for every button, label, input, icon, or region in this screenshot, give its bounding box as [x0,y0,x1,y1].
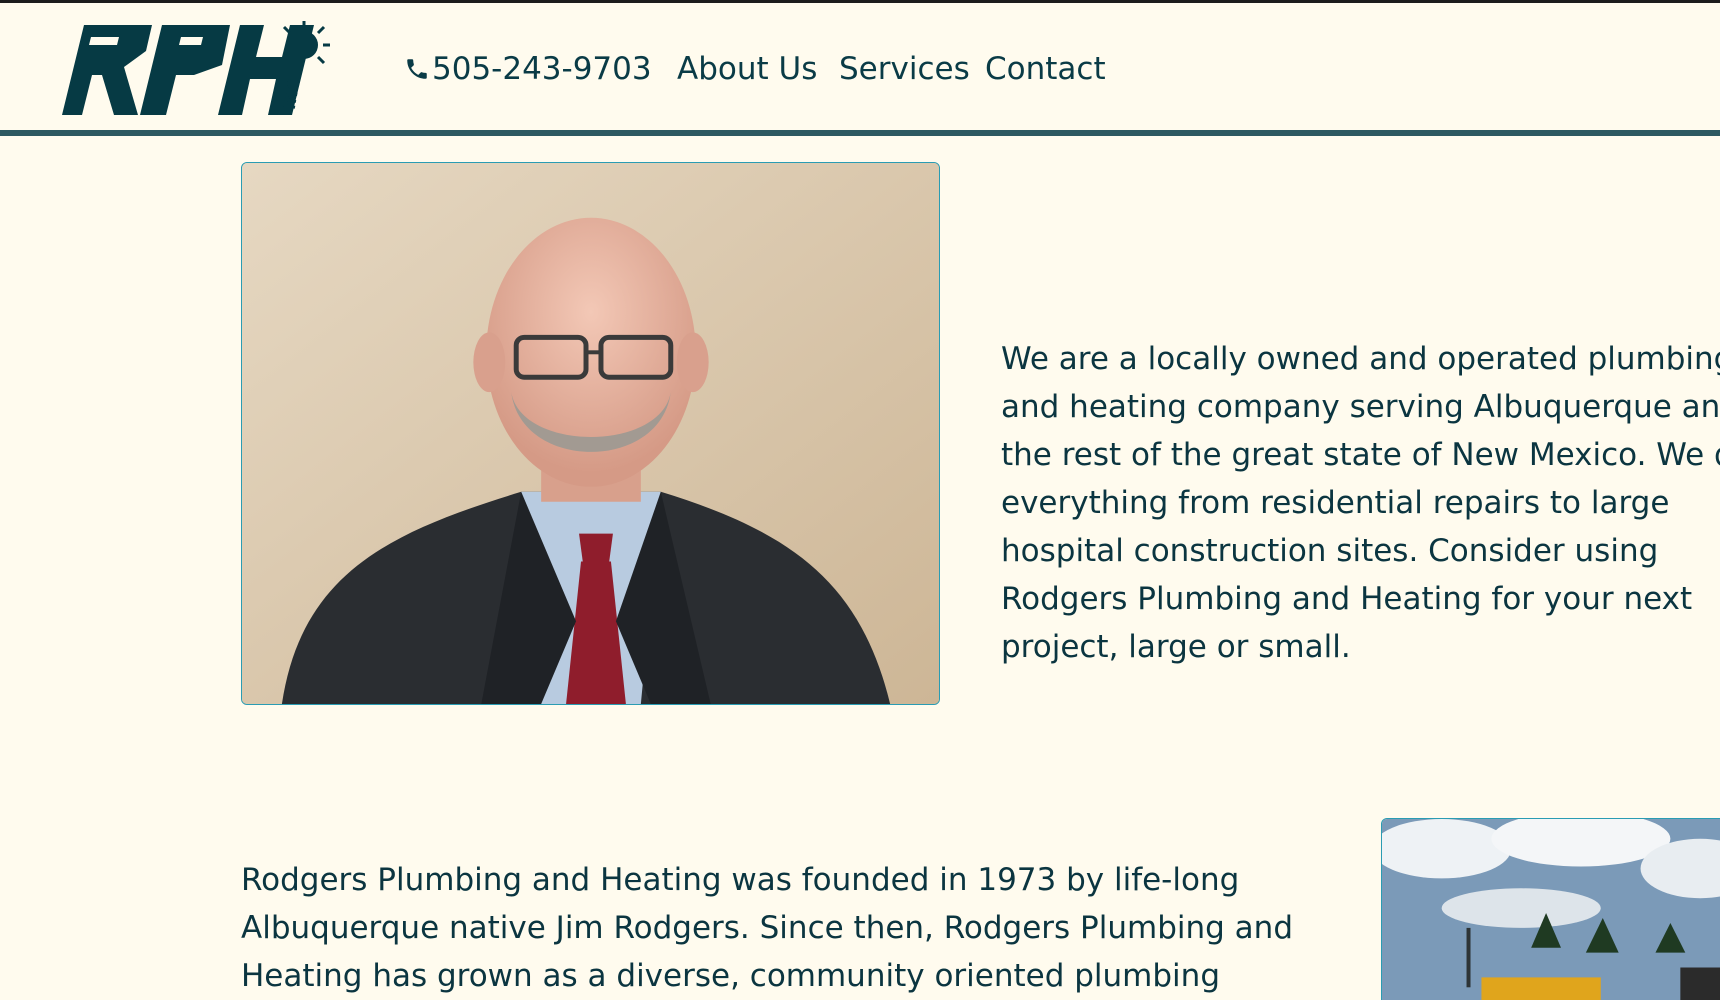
nav-about-us[interactable]: About Us [677,49,817,89]
svg-text:INC: INC [280,77,304,111]
logo-mark: INC [62,21,330,115]
nav-contact[interactable]: Contact [985,49,1106,89]
page: INC 505-243-9703 About Us Services Conta… [0,0,1720,1000]
worksite-image [1382,819,1720,1000]
company-logo[interactable]: INC [44,17,344,117]
phone-number: 505-243-9703 [432,51,652,87]
phone-link[interactable]: 505-243-9703 [404,49,652,89]
intro-paragraph: We are a locally owned and operated plum… [1001,341,1720,665]
history-paragraph: Rodgers Plumbing and Heating was founded… [241,862,1294,994]
worksite-photo [1381,818,1720,1000]
phone-icon [407,59,427,79]
nav-services[interactable]: Services [839,49,970,89]
header-divider [0,130,1720,136]
owner-portrait-image [242,163,939,704]
owner-photo [241,162,940,705]
site-header: INC 505-243-9703 About Us Services Conta… [0,3,1720,130]
